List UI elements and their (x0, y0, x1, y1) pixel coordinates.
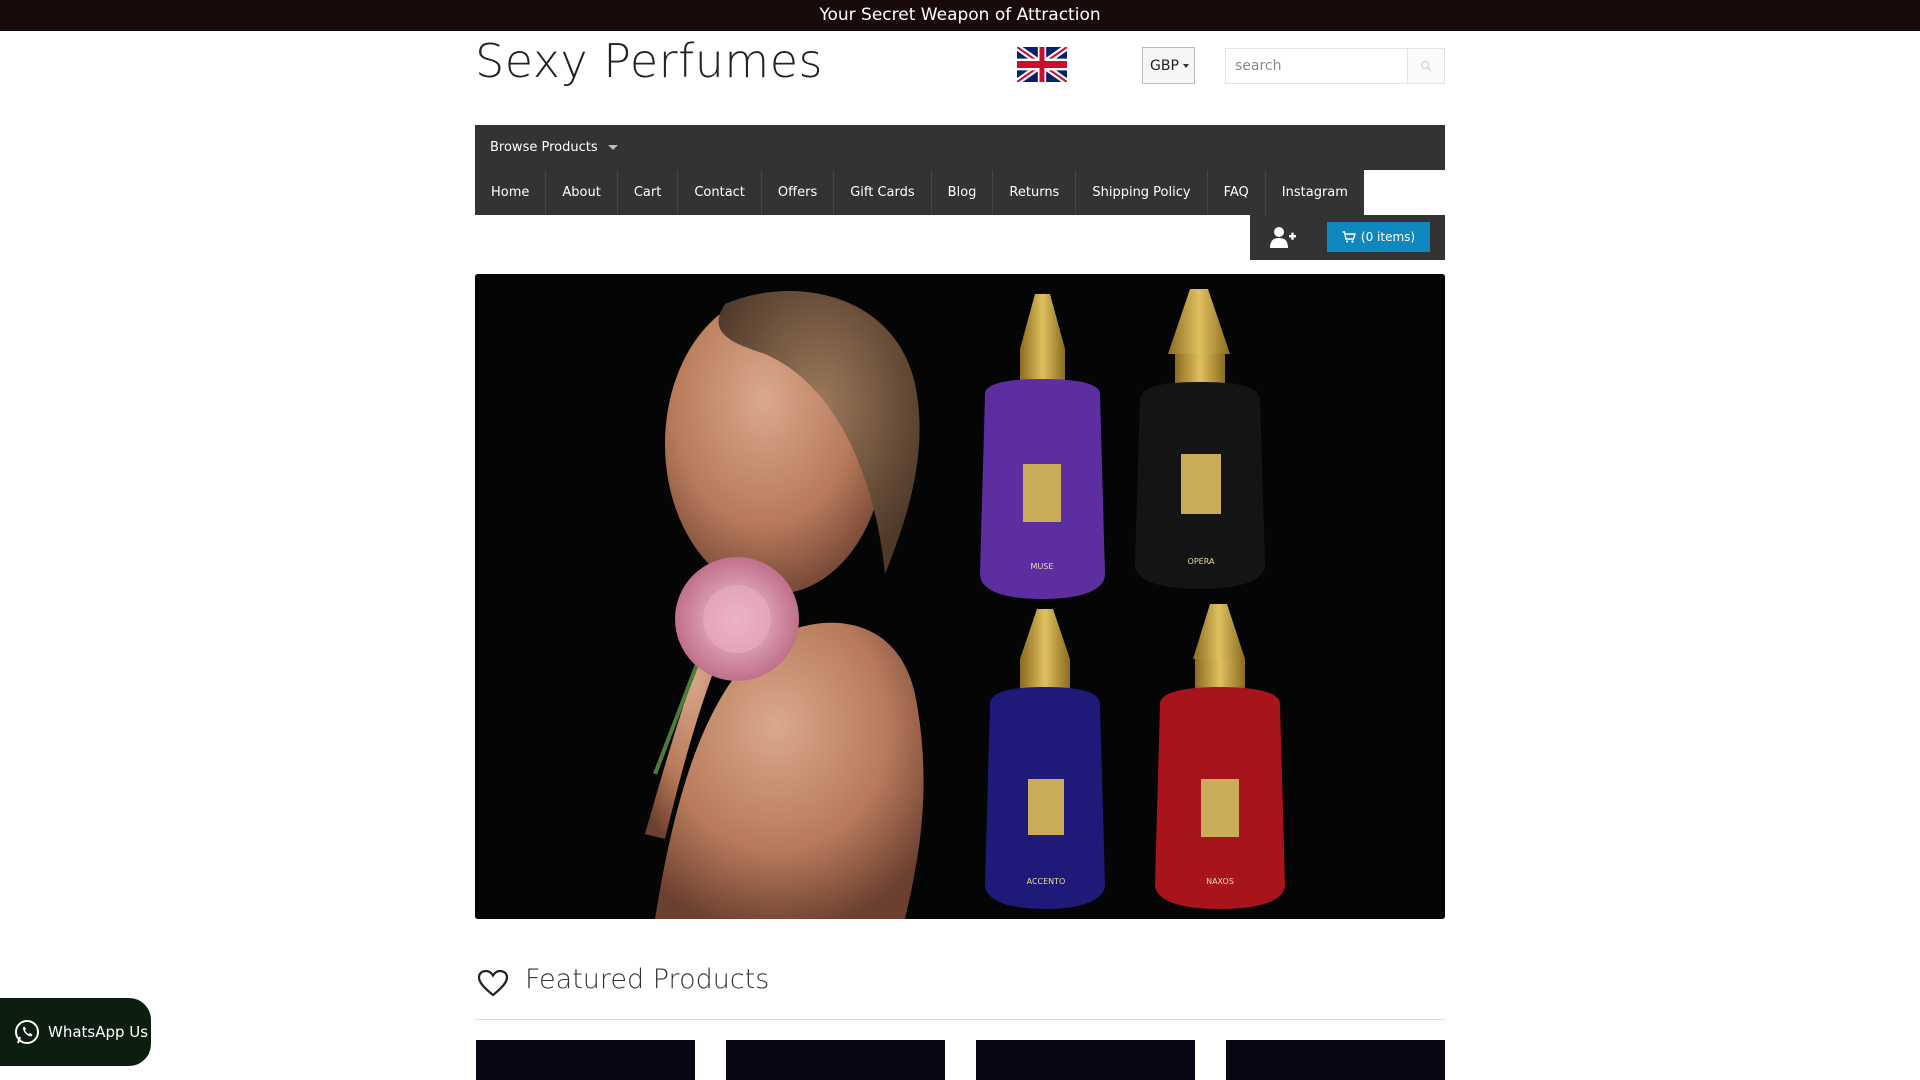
nav-item-returns[interactable]: Returns (993, 170, 1077, 215)
nav-item-blog[interactable]: Blog (932, 170, 994, 215)
featured-products-heading: Featured Products (525, 964, 770, 995)
announcement-text: Your Secret Weapon of Attraction (819, 5, 1101, 25)
product-card-4[interactable] (1226, 1040, 1445, 1080)
nav-item-home[interactable]: Home (475, 170, 547, 215)
cart-icon (1342, 231, 1356, 243)
search-button[interactable] (1408, 48, 1445, 84)
whatsapp-icon (15, 1020, 39, 1044)
currency-value: GBP (1150, 57, 1179, 74)
announcement-bar: Your Secret Weapon of Attraction (0, 0, 1920, 31)
search-input[interactable] (1225, 48, 1408, 84)
cart-count-label: (0 items) (1360, 230, 1416, 244)
nav-item-about[interactable]: About (546, 170, 618, 215)
product-card-1[interactable] (476, 1040, 695, 1080)
site-logo[interactable]: Sexy Perfumes (475, 34, 823, 88)
hero-image: MUSE OPERA ACCENTO NAXOS (475, 274, 1445, 919)
nav-item-offers[interactable]: Offers (762, 170, 835, 215)
nav-item-instagram[interactable]: Instagram (1266, 170, 1364, 215)
featured-divider (475, 1019, 1445, 1020)
nav-item-faq[interactable]: FAQ (1208, 170, 1266, 215)
nav-item-gift-cards[interactable]: Gift Cards (834, 170, 932, 215)
main-nav: Home About Cart Contact Offers Gift Card… (475, 170, 1364, 215)
heart-icon (478, 970, 508, 997)
account-bar: (0 items) (1250, 215, 1445, 260)
bottle-label-accento: ACCENTO (1027, 877, 1066, 886)
uk-flag-icon[interactable] (1017, 47, 1067, 82)
product-card-3[interactable] (976, 1040, 1195, 1080)
browse-products-dropdown[interactable]: Browse Products (475, 125, 1445, 170)
bottle-label-opera: OPERA (1188, 557, 1215, 566)
cart-button[interactable]: (0 items) (1327, 222, 1430, 252)
whatsapp-label: WhatsApp Us (48, 1023, 149, 1041)
nav-item-cart[interactable]: Cart (618, 170, 679, 215)
chevron-down-icon (607, 145, 618, 150)
add-user-icon[interactable] (1270, 226, 1296, 248)
bottle-label-muse: MUSE (1031, 562, 1054, 571)
browse-products-label: Browse Products (490, 140, 598, 155)
product-card-2[interactable] (726, 1040, 945, 1080)
bottle-label-naxos: NAXOS (1206, 877, 1234, 886)
nav-item-contact[interactable]: Contact (678, 170, 762, 215)
currency-select[interactable]: GBP (1142, 47, 1195, 84)
whatsapp-button[interactable]: WhatsApp Us (0, 998, 151, 1066)
search-icon (1420, 60, 1432, 72)
nav-item-shipping-policy[interactable]: Shipping Policy (1076, 170, 1208, 215)
chevron-down-icon (1182, 63, 1189, 68)
hero-banner[interactable]: MUSE OPERA ACCENTO NAXOS (475, 274, 1445, 919)
